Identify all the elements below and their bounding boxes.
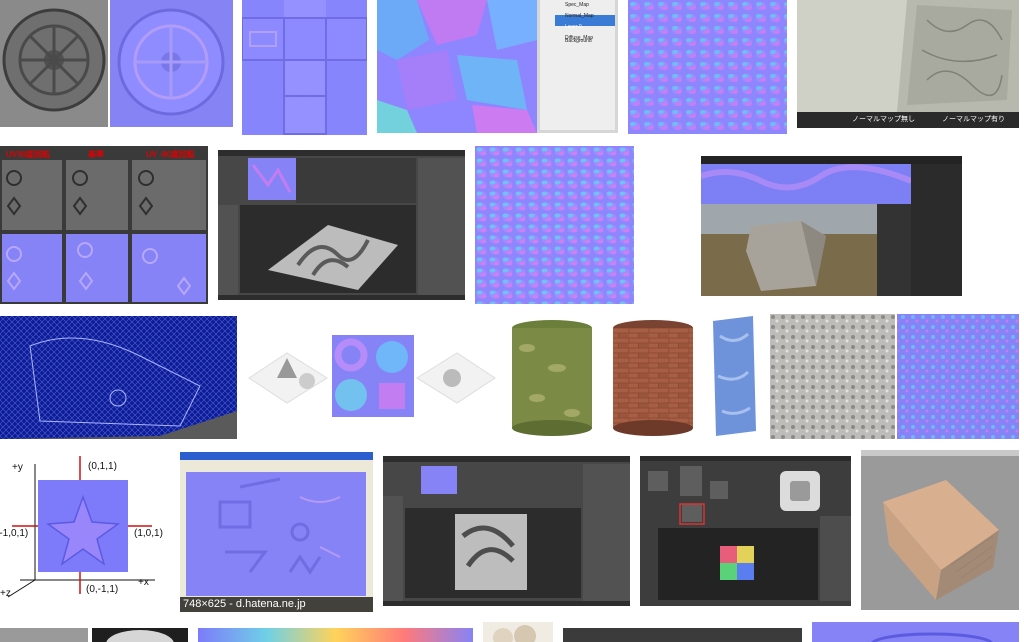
result-thumb-brick-cylinder[interactable]: [609, 318, 697, 437]
result-thumb-uv-wireframe[interactable]: [0, 316, 237, 439]
result-thumb-row5-dark-ui[interactable]: [563, 628, 802, 642]
uv-label-base: 基準: [88, 150, 104, 159]
uv-label-rotminus90: UV -90度回転: [146, 150, 195, 159]
axis-label-plus-x: +x: [138, 577, 149, 588]
result-thumb-normal-axes[interactable]: +y (0,1,1) (-1,0,1) (1,0,1) (0,-1,1) +x …: [0, 452, 166, 602]
result-thumb-row5-gray[interactable]: [0, 628, 88, 642]
result-thumb-hatena-normal-editor[interactable]: 748×625 - d.hatena.ne.jp: [180, 452, 373, 612]
uv-label-rot90: UV90度回転: [6, 150, 51, 159]
hatena-normal-editor-image: [180, 452, 373, 596]
relief-comparison-image: [797, 0, 1019, 128]
cube-unwrap-image: [242, 0, 367, 135]
hover-caption: 748×625 - d.hatena.ne.jp: [180, 597, 373, 612]
leafy-cylinder-image: [512, 320, 592, 436]
axis-label-top: (0,1,1): [88, 461, 117, 472]
compare-label-without: ノーマルマップ無し: [852, 116, 915, 123]
result-thumb-pebble-normal-2[interactable]: [475, 146, 634, 304]
compare-label-with: ノーマルマップ有り: [942, 116, 1005, 123]
result-thumb-row5-rainbow[interactable]: [198, 628, 473, 642]
manhole-pair-image: [0, 0, 233, 127]
layer-item[interactable]: Layer 0: [547, 22, 615, 33]
result-thumb-cube-unwrap[interactable]: [242, 0, 367, 135]
result-thumb-row5-sphere[interactable]: [92, 628, 188, 642]
stripe-cube-image: [861, 450, 1019, 610]
layer-item[interactable]: Normal_Map: [547, 11, 615, 22]
image-results-grid: Spec_Map Normal_Map Layer 0 Diffuse_Map …: [0, 0, 1024, 642]
result-thumb-blue-sculpt[interactable]: [708, 316, 760, 439]
result-thumb-row5-normal[interactable]: [812, 622, 1019, 642]
axis-label-bottom: (0,-1,1): [86, 584, 119, 595]
result-thumb-uv-rotation[interactable]: UV90度回転 基準 UV -90度回転: [0, 146, 208, 304]
result-thumb-normal-shapes[interactable]: [247, 333, 497, 419]
result-thumb-stripe-cube[interactable]: [861, 450, 1019, 610]
uv-rotation-image: [0, 146, 208, 304]
uv-wireframe-image: [0, 316, 237, 439]
node-editor-cube-image: [640, 456, 851, 606]
unreal-stone-cube-image: [701, 156, 962, 296]
result-thumb-pebble-normal-1[interactable]: [628, 0, 787, 134]
sphere-image: [106, 630, 174, 642]
spheres-image: [493, 625, 536, 642]
axis-label-right: (1,0,1): [134, 528, 163, 539]
result-thumb-leafy-cylinder[interactable]: [507, 318, 598, 437]
pebble-pattern-image-2: [475, 146, 634, 304]
result-thumb-relief-comparison[interactable]: ノーマルマップ無し ノーマルマップ有り: [797, 0, 1019, 128]
pebble-pattern-image: [628, 0, 787, 134]
normal-image: [871, 632, 993, 642]
result-thumb-manhole-pair[interactable]: [0, 0, 233, 127]
result-thumb-node-editor-cube[interactable]: [640, 456, 851, 606]
result-thumb-blender-sculpt-1[interactable]: [218, 150, 465, 300]
axis-label-plus-y: +y: [12, 462, 23, 473]
axis-label-plus-z: +z: [0, 588, 11, 599]
blender-sculpt-image: [218, 150, 465, 300]
concrete-pair-image: [770, 314, 1019, 439]
result-thumb-blender-sculpt-2[interactable]: [383, 456, 630, 606]
brick-cylinder-image: [613, 320, 693, 436]
layer-item-background[interactable]: Background: [565, 38, 592, 44]
normal-shapes-image: [248, 335, 496, 417]
layer-item[interactable]: Spec_Map: [547, 0, 615, 11]
result-thumb-concrete-pair[interactable]: [770, 314, 1019, 439]
blender-sculpt-image-2: [383, 456, 630, 606]
blue-sculpt-image: [713, 316, 756, 436]
result-thumb-unreal-stone-cube[interactable]: [701, 156, 962, 296]
axis-label-left: (-1,0,1): [0, 528, 29, 539]
result-thumb-row5-spheres[interactable]: [483, 622, 553, 642]
